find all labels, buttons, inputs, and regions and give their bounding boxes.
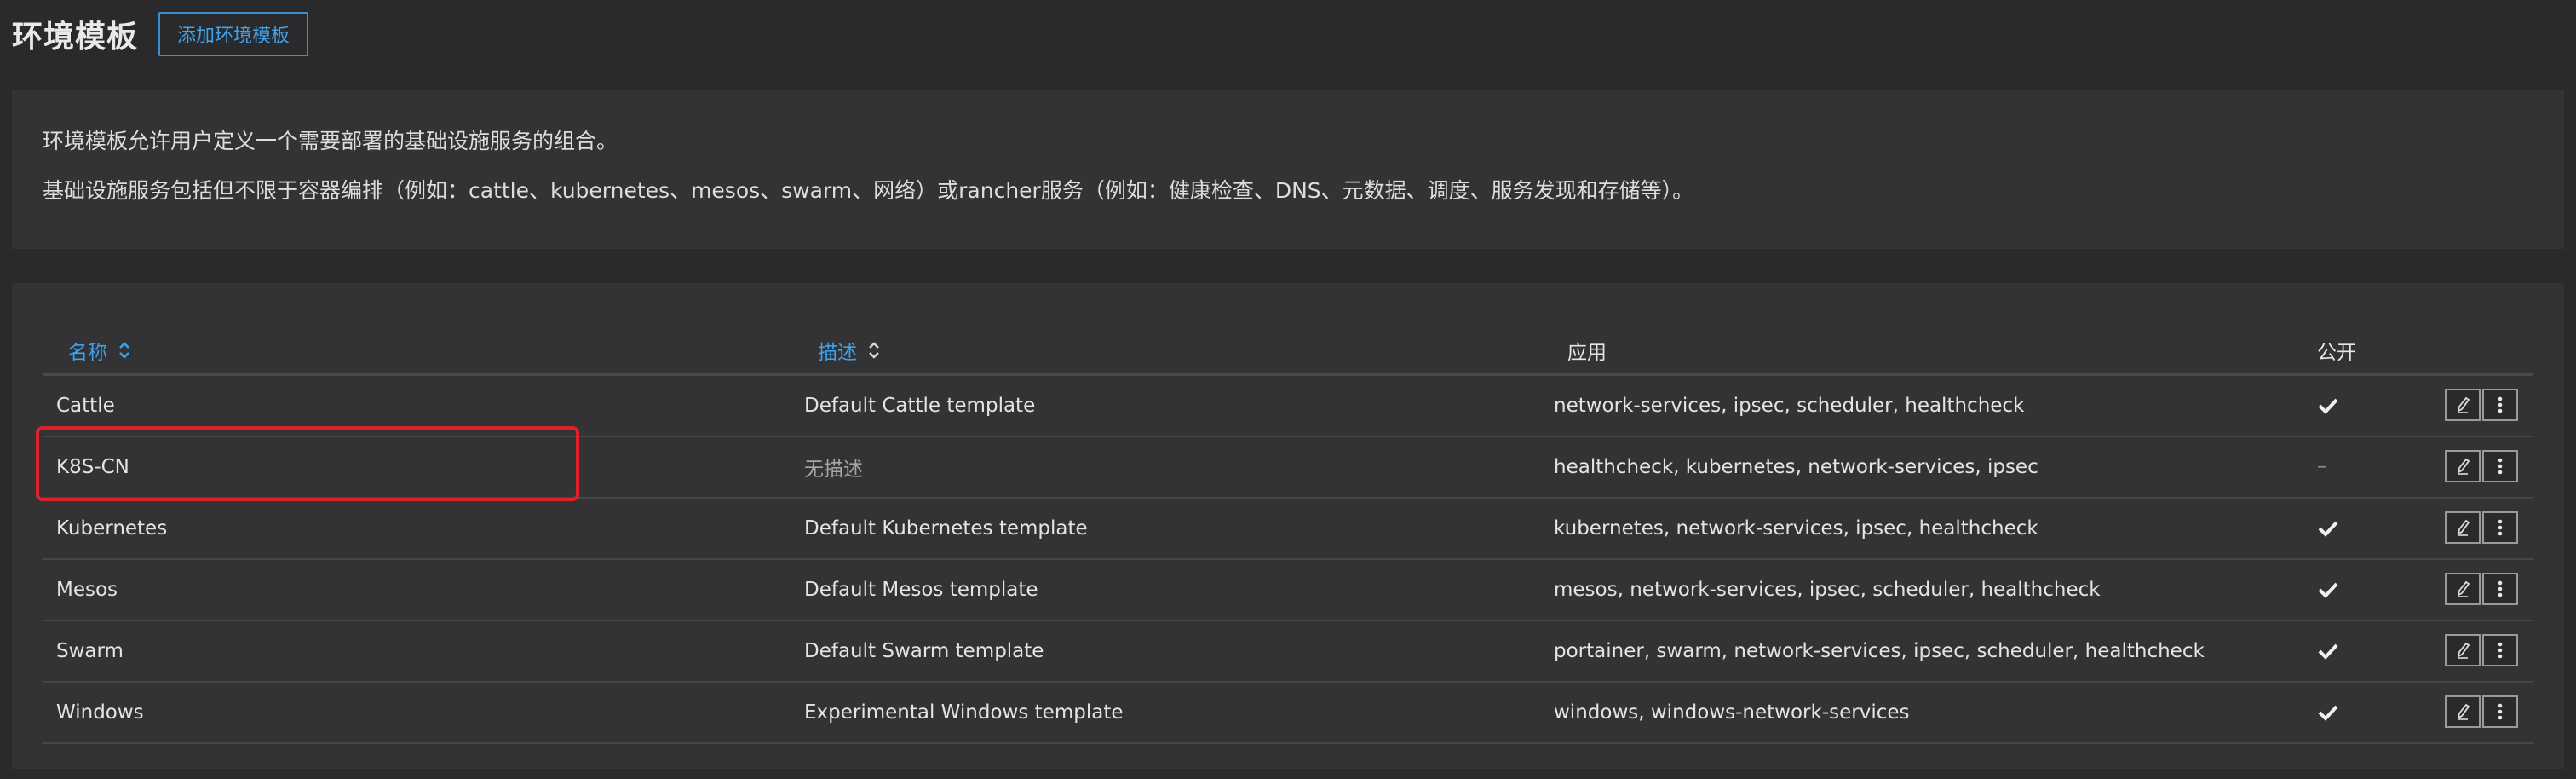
table-header: 名称 描述 应用 公开	[43, 326, 2533, 376]
column-header-name[interactable]: 名称	[68, 336, 131, 365]
public-cell	[2317, 620, 2339, 681]
more-vertical-icon	[2498, 580, 2503, 597]
table-row[interactable]: Cattle Default Cattle template network-ser…	[43, 375, 2533, 437]
pencil-icon	[2457, 642, 2470, 659]
edit-button[interactable]	[2445, 450, 2481, 482]
column-header-description[interactable]: 描述	[818, 336, 881, 365]
check-icon	[2318, 521, 2338, 537]
public-cell	[2317, 559, 2339, 620]
name-cell: K8S-CN	[56, 455, 129, 478]
more-vertical-icon	[2498, 703, 2503, 720]
description-cell: Default Kubernetes template	[804, 516, 1088, 540]
description-cell: 无描述	[804, 458, 863, 481]
pencil-icon	[2457, 396, 2470, 413]
sort-icon	[869, 342, 879, 359]
row-actions	[2445, 389, 2518, 421]
more-actions-button[interactable]	[2482, 450, 2518, 482]
more-actions-button[interactable]	[2482, 511, 2518, 544]
row-actions	[2445, 634, 2518, 666]
table-row[interactable]: K8S-CN 无描述 healthcheck, kubernetes, networ…	[43, 436, 2533, 499]
edit-button[interactable]	[2445, 573, 2481, 605]
sort-icon	[119, 342, 129, 359]
description-cell: Experimental Windows template	[804, 701, 1124, 724]
name-cell: Cattle	[56, 394, 115, 417]
edit-button[interactable]	[2445, 511, 2481, 544]
pencil-icon	[2457, 703, 2470, 720]
name-cell: Swarm	[56, 639, 124, 662]
more-actions-button[interactable]	[2482, 573, 2518, 605]
templates-table: 名称 描述 应用 公开 Cattle Default Cattle templat…	[12, 283, 2564, 769]
edit-button[interactable]	[2445, 695, 2481, 728]
edit-button[interactable]	[2445, 634, 2481, 666]
check-icon	[2318, 643, 2338, 660]
public-cell	[2317, 375, 2339, 436]
table-row[interactable]: Mesos Default Mesos template mesos, networ…	[43, 559, 2533, 621]
apps-cell: windows, windows-network-services	[1554, 701, 1910, 724]
apps-cell: healthcheck, kubernetes, network-service…	[1554, 455, 2038, 478]
column-header-apps: 应用	[1567, 342, 1607, 364]
description-cell: Default Swarm template	[804, 639, 1044, 662]
page-header: 环境模板 添加环境模板	[12, 10, 309, 58]
pencil-icon	[2457, 580, 2470, 597]
table-row[interactable]: Windows Experimental Windows template wind…	[43, 682, 2533, 744]
check-icon	[2318, 582, 2338, 598]
row-actions	[2445, 695, 2518, 728]
apps-cell: mesos, network-services, ipsec, schedule…	[1554, 578, 2101, 601]
column-header-public: 公开	[2317, 342, 2356, 364]
table-row[interactable]: Swarm Default Swarm template portainer, sw…	[43, 620, 2533, 683]
name-cell: Windows	[56, 701, 144, 724]
more-actions-button[interactable]	[2482, 695, 2518, 728]
more-vertical-icon	[2498, 519, 2503, 536]
info-line-2: 基础设施服务包括但不限于容器编排（例如：cattle、kubernetes、me…	[43, 178, 1694, 203]
description-cell: Default Cattle template	[804, 394, 1036, 417]
info-panel: 环境模板允许用户定义一个需要部署的基础设施服务的组合。 基础设施服务包括但不限于…	[12, 90, 2564, 249]
pencil-icon	[2457, 458, 2470, 475]
apps-cell: network-services, ipsec, scheduler, heal…	[1554, 394, 2025, 417]
row-actions	[2445, 450, 2518, 482]
row-actions	[2445, 511, 2518, 544]
add-environment-template-button[interactable]: 添加环境模板	[158, 12, 309, 56]
more-vertical-icon	[2498, 458, 2503, 475]
info-line-1: 环境模板允许用户定义一个需要部署的基础设施服务的组合。	[43, 129, 618, 153]
row-actions	[2445, 573, 2518, 605]
more-actions-button[interactable]	[2482, 389, 2518, 421]
edit-button[interactable]	[2445, 389, 2481, 421]
public-cell	[2317, 682, 2339, 742]
apps-cell: portainer, swarm, network-services, ipse…	[1554, 639, 2205, 662]
name-cell: Mesos	[56, 578, 118, 601]
check-icon	[2318, 398, 2338, 414]
name-cell: Kubernetes	[56, 516, 168, 540]
more-actions-button[interactable]	[2482, 634, 2518, 666]
more-vertical-icon	[2498, 642, 2503, 659]
public-cell: –	[2317, 436, 2326, 497]
public-cell	[2317, 498, 2339, 558]
apps-cell: kubernetes, network-services, ipsec, hea…	[1554, 516, 2038, 540]
pencil-icon	[2457, 519, 2470, 536]
column-header-description-label: 描述	[818, 342, 857, 364]
public-dash: –	[2317, 456, 2326, 477]
more-vertical-icon	[2498, 396, 2503, 413]
page-title: 环境模板	[12, 20, 139, 55]
column-header-name-label: 名称	[68, 342, 107, 364]
description-cell: Default Mesos template	[804, 578, 1038, 601]
check-icon	[2318, 705, 2338, 721]
table-row[interactable]: Kubernetes Default Kubernetes template kub…	[43, 498, 2533, 560]
